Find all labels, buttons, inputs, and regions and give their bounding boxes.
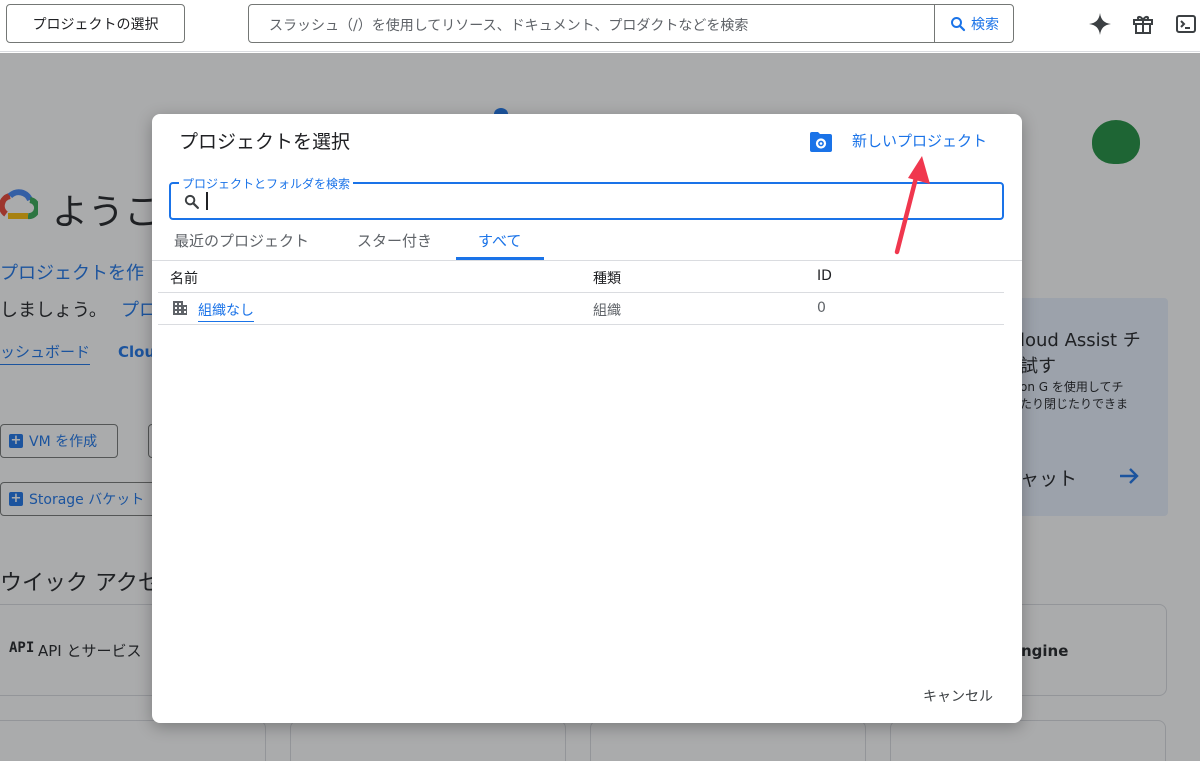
- global-search-box[interactable]: スラッシュ（/）を使用してリソース、ドキュメント、プロダクトなどを検索 検索: [248, 4, 1014, 43]
- project-search-label: プロジェクトとフォルダを検索: [179, 175, 354, 192]
- row-id: 0: [817, 300, 826, 316]
- row-type: 組織: [593, 303, 621, 319]
- column-header-type[interactable]: 種類: [593, 268, 621, 288]
- tab-starred[interactable]: スター付き: [352, 230, 437, 260]
- top-app-bar: プロジェクトの選択 スラッシュ（/）を使用してリソース、ドキュメント、プロダクト…: [0, 0, 1200, 52]
- header-divider: [158, 292, 1004, 293]
- tab-label: スター付き: [357, 232, 433, 250]
- tab-all[interactable]: すべて: [456, 230, 544, 260]
- tab-label: すべて: [478, 232, 522, 250]
- organization-icon: [173, 301, 187, 315]
- gemini-sparkle-icon[interactable]: [1086, 10, 1114, 38]
- project-picker-button[interactable]: プロジェクトの選択: [6, 4, 185, 43]
- column-header-name[interactable]: 名前: [170, 268, 198, 288]
- global-search-button-label: 検索: [971, 16, 999, 33]
- new-folder-settings-icon[interactable]: [809, 131, 833, 153]
- global-search-placeholder: スラッシュ（/）を使用してリソース、ドキュメント、プロダクトなどを検索: [269, 18, 749, 34]
- global-search-button[interactable]: 検索: [934, 5, 1013, 42]
- search-icon: [951, 16, 966, 31]
- search-icon: [184, 194, 200, 210]
- column-header-id[interactable]: ID: [817, 268, 832, 284]
- dialog-title: プロジェクトを選択: [179, 131, 351, 153]
- annotation-arrow-icon: [894, 156, 930, 255]
- project-picker-label: プロジェクトの選択: [32, 16, 159, 33]
- cancel-button[interactable]: キャンセル: [923, 686, 993, 706]
- row-name-text: 組織なし: [198, 303, 254, 322]
- cloud-shell-icon[interactable]: [1172, 10, 1200, 38]
- text-cursor: [206, 192, 208, 210]
- tab-label: 最近のプロジェクト: [174, 232, 310, 250]
- row-name-link[interactable]: 組織なし: [198, 300, 254, 322]
- row-divider: [158, 324, 1004, 325]
- gift-icon[interactable]: [1129, 10, 1157, 38]
- project-search-field[interactable]: プロジェクトとフォルダを検索: [169, 175, 1004, 220]
- tabs-divider: [152, 260, 1022, 261]
- tab-recent-projects[interactable]: 最近のプロジェクト: [169, 230, 314, 260]
